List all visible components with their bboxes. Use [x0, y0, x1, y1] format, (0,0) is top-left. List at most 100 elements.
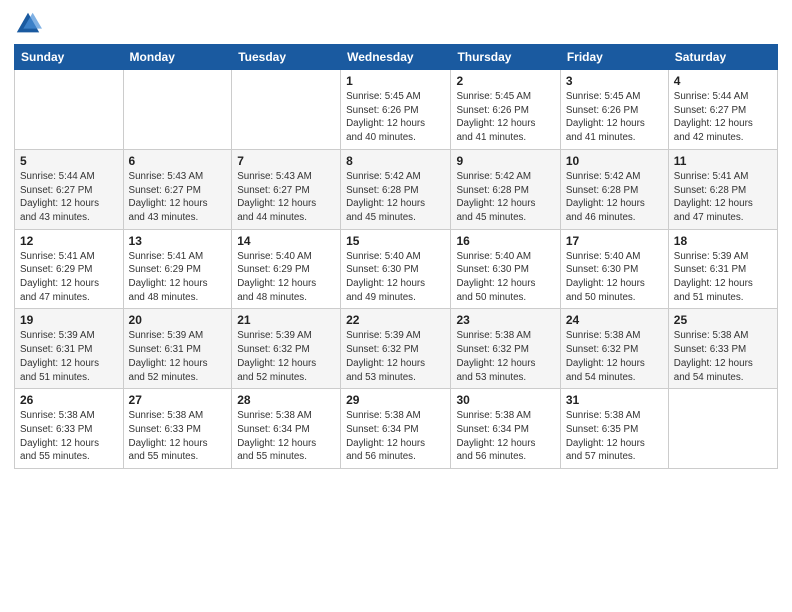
day-info: Sunrise: 5:44 AM Sunset: 6:27 PM Dayligh…: [20, 170, 118, 225]
day-number: 30: [456, 393, 554, 407]
day-info: Sunrise: 5:42 AM Sunset: 6:28 PM Dayligh…: [346, 170, 445, 225]
day-number: 9: [456, 154, 554, 168]
day-info: Sunrise: 5:41 AM Sunset: 6:28 PM Dayligh…: [674, 170, 772, 225]
calendar-cell: 6 Sunrise: 5:43 AM Sunset: 6:27 PM Daylig…: [123, 149, 232, 229]
day-number: 15: [346, 234, 445, 248]
calendar-cell: 2 Sunrise: 5:45 AM Sunset: 6:26 PM Daylig…: [451, 70, 560, 150]
calendar-cell: 7Sunrise: 5:43 AM Sunset: 6:27 PM Daylig…: [232, 149, 341, 229]
calendar-cell: [15, 70, 124, 150]
day-number: 23: [456, 313, 554, 327]
calendar-cell: 4 Sunrise: 5:44 AM Sunset: 6:27 PM Daylig…: [668, 70, 777, 150]
calendar-cell: [668, 389, 777, 469]
calendar-cell: 20Sunrise: 5:39 AM Sunset: 6:31 PM Dayli…: [123, 309, 232, 389]
day-info: Sunrise: 5:42 AM Sunset: 6:28 PM Dayligh…: [456, 170, 554, 225]
calendar-cell: 19 Sunrise: 5:39 AM Sunset: 6:31 PM Dayli…: [15, 309, 124, 389]
day-info: Sunrise: 5:40 AM Sunset: 6:29 PM Dayligh…: [237, 250, 335, 305]
calendar-week-row: 1 Sunrise: 5:45 AM Sunset: 6:26 PM Daylig…: [15, 70, 778, 150]
day-info: Sunrise: 5:39 AM Sunset: 6:31 PM Dayligh…: [20, 329, 118, 384]
calendar-cell: 21 Sunrise: 5:39 AM Sunset: 6:32 PM Dayli…: [232, 309, 341, 389]
day-info: Sunrise: 5:39 AM Sunset: 6:31 PM Dayligh…: [129, 329, 227, 384]
calendar-cell: 27 Sunrise: 5:38 AM Sunset: 6:33 PM Dayli…: [123, 389, 232, 469]
day-number: 5: [20, 154, 118, 168]
day-info: Sunrise: 5:43 AM Sunset: 6:27 PM Dayligh…: [237, 170, 335, 225]
calendar-day-header: Sunday: [15, 45, 124, 70]
day-info: Sunrise: 5:40 AM Sunset: 6:30 PM Dayligh…: [346, 250, 445, 305]
calendar-cell: 29 Sunrise: 5:38 AM Sunset: 6:34 PM Dayli…: [341, 389, 451, 469]
calendar-cell: [232, 70, 341, 150]
day-info: Sunrise: 5:38 AM Sunset: 6:35 PM Dayligh…: [566, 409, 663, 464]
calendar-cell: 24Sunrise: 5:38 AM Sunset: 6:32 PM Dayli…: [560, 309, 668, 389]
calendar-cell: 3 Sunrise: 5:45 AM Sunset: 6:26 PM Daylig…: [560, 70, 668, 150]
logo: [14, 10, 46, 38]
calendar-cell: 26 Sunrise: 5:38 AM Sunset: 6:33 PM Dayli…: [15, 389, 124, 469]
day-number: 4: [674, 74, 772, 88]
calendar-day-header: Monday: [123, 45, 232, 70]
day-number: 26: [20, 393, 118, 407]
day-info: Sunrise: 5:44 AM Sunset: 6:27 PM Dayligh…: [674, 90, 772, 145]
day-info: Sunrise: 5:43 AM Sunset: 6:27 PM Dayligh…: [129, 170, 227, 225]
day-number: 14: [237, 234, 335, 248]
day-info: Sunrise: 5:38 AM Sunset: 6:33 PM Dayligh…: [20, 409, 118, 464]
calendar-cell: 18 Sunrise: 5:39 AM Sunset: 6:31 PM Dayli…: [668, 229, 777, 309]
page-container: SundayMondayTuesdayWednesdayThursdayFrid…: [0, 0, 792, 479]
day-number: 22: [346, 313, 445, 327]
day-info: Sunrise: 5:38 AM Sunset: 6:34 PM Dayligh…: [237, 409, 335, 464]
calendar-cell: 28 Sunrise: 5:38 AM Sunset: 6:34 PM Dayli…: [232, 389, 341, 469]
calendar-cell: 11 Sunrise: 5:41 AM Sunset: 6:28 PM Dayli…: [668, 149, 777, 229]
calendar-cell: 8 Sunrise: 5:42 AM Sunset: 6:28 PM Daylig…: [341, 149, 451, 229]
day-number: 31: [566, 393, 663, 407]
day-info: Sunrise: 5:38 AM Sunset: 6:32 PM Dayligh…: [456, 329, 554, 384]
day-number: 2: [456, 74, 554, 88]
day-number: 17: [566, 234, 663, 248]
day-info: Sunrise: 5:40 AM Sunset: 6:30 PM Dayligh…: [456, 250, 554, 305]
day-info: Sunrise: 5:38 AM Sunset: 6:33 PM Dayligh…: [674, 329, 772, 384]
calendar-week-row: 19 Sunrise: 5:39 AM Sunset: 6:31 PM Dayli…: [15, 309, 778, 389]
calendar-cell: 25 Sunrise: 5:38 AM Sunset: 6:33 PM Dayli…: [668, 309, 777, 389]
day-number: 27: [129, 393, 227, 407]
calendar-week-row: 26 Sunrise: 5:38 AM Sunset: 6:33 PM Dayli…: [15, 389, 778, 469]
day-number: 24: [566, 313, 663, 327]
day-number: 16: [456, 234, 554, 248]
day-number: 18: [674, 234, 772, 248]
day-info: Sunrise: 5:42 AM Sunset: 6:28 PM Dayligh…: [566, 170, 663, 225]
day-info: Sunrise: 5:40 AM Sunset: 6:30 PM Dayligh…: [566, 250, 663, 305]
day-info: Sunrise: 5:45 AM Sunset: 6:26 PM Dayligh…: [456, 90, 554, 145]
day-info: Sunrise: 5:41 AM Sunset: 6:29 PM Dayligh…: [20, 250, 118, 305]
day-info: Sunrise: 5:39 AM Sunset: 6:32 PM Dayligh…: [237, 329, 335, 384]
day-info: Sunrise: 5:41 AM Sunset: 6:29 PM Dayligh…: [129, 250, 227, 305]
calendar-cell: 15 Sunrise: 5:40 AM Sunset: 6:30 PM Dayli…: [341, 229, 451, 309]
calendar-cell: 9 Sunrise: 5:42 AM Sunset: 6:28 PM Daylig…: [451, 149, 560, 229]
day-info: Sunrise: 5:38 AM Sunset: 6:33 PM Dayligh…: [129, 409, 227, 464]
calendar-day-header: Tuesday: [232, 45, 341, 70]
calendar-cell: 23 Sunrise: 5:38 AM Sunset: 6:32 PM Dayli…: [451, 309, 560, 389]
calendar-day-header: Saturday: [668, 45, 777, 70]
day-number: 3: [566, 74, 663, 88]
day-number: 12: [20, 234, 118, 248]
day-info: Sunrise: 5:45 AM Sunset: 6:26 PM Dayligh…: [566, 90, 663, 145]
day-number: 28: [237, 393, 335, 407]
day-number: 21: [237, 313, 335, 327]
calendar-cell: 1Sunrise: 5:45 AM Sunset: 6:26 PM Daylig…: [341, 70, 451, 150]
calendar-cell: 30Sunrise: 5:38 AM Sunset: 6:34 PM Dayli…: [451, 389, 560, 469]
page-header: [14, 10, 778, 38]
day-number: 8: [346, 154, 445, 168]
calendar-week-row: 12 Sunrise: 5:41 AM Sunset: 6:29 PM Dayli…: [15, 229, 778, 309]
day-number: 1: [346, 74, 445, 88]
day-info: Sunrise: 5:39 AM Sunset: 6:32 PM Dayligh…: [346, 329, 445, 384]
calendar-cell: 14 Sunrise: 5:40 AM Sunset: 6:29 PM Dayli…: [232, 229, 341, 309]
day-number: 29: [346, 393, 445, 407]
logo-icon: [14, 10, 42, 38]
day-number: 11: [674, 154, 772, 168]
day-number: 19: [20, 313, 118, 327]
day-number: 13: [129, 234, 227, 248]
day-number: 6: [129, 154, 227, 168]
calendar-cell: 22 Sunrise: 5:39 AM Sunset: 6:32 PM Dayli…: [341, 309, 451, 389]
calendar-header-row: SundayMondayTuesdayWednesdayThursdayFrid…: [15, 45, 778, 70]
day-info: Sunrise: 5:38 AM Sunset: 6:34 PM Dayligh…: [346, 409, 445, 464]
calendar-day-header: Friday: [560, 45, 668, 70]
calendar-cell: 31 Sunrise: 5:38 AM Sunset: 6:35 PM Dayli…: [560, 389, 668, 469]
calendar-cell: 13 Sunrise: 5:41 AM Sunset: 6:29 PM Dayli…: [123, 229, 232, 309]
day-info: Sunrise: 5:39 AM Sunset: 6:31 PM Dayligh…: [674, 250, 772, 305]
day-number: 25: [674, 313, 772, 327]
calendar-cell: [123, 70, 232, 150]
